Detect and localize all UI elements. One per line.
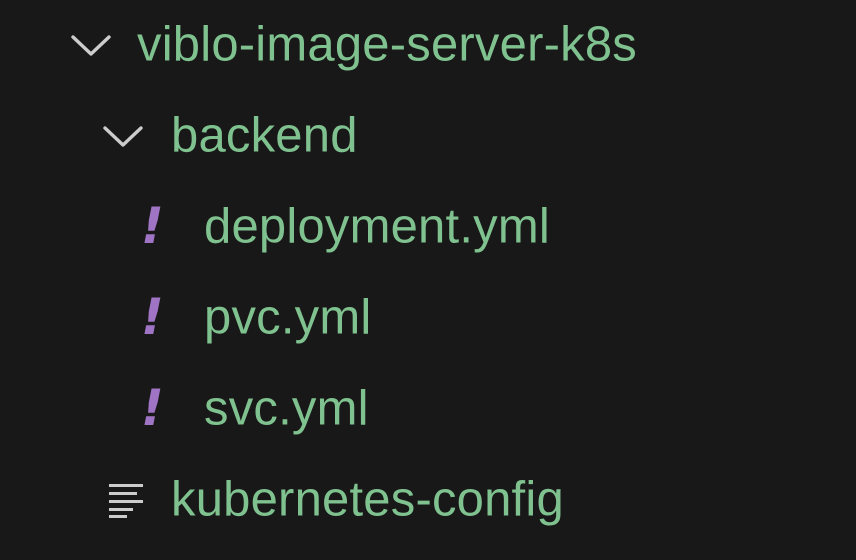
tree-item-label: viblo-image-server-k8s (137, 17, 637, 72)
tree-item-label: pvc.yml (204, 290, 372, 345)
tree-item-deployment-yml[interactable]: ! deployment.yml (0, 182, 856, 272)
chevron-down-icon[interactable] (102, 122, 144, 150)
yaml-file-icon: ! (141, 379, 164, 437)
text-file-icon (109, 484, 143, 518)
tree-item-label: deployment.yml (204, 199, 550, 254)
yaml-file-icon: ! (141, 197, 164, 255)
tree-item-kubernetes-config[interactable]: kubernetes-config (0, 455, 856, 545)
chevron-down-icon[interactable] (70, 31, 112, 59)
tree-item-label: backend (171, 108, 358, 163)
tree-item-label: kubernetes-config (171, 472, 564, 527)
tree-item-backend[interactable]: backend (0, 91, 856, 181)
yaml-file-icon: ! (141, 288, 164, 346)
tree-item-viblo-image-server-k8s[interactable]: viblo-image-server-k8s (0, 0, 856, 90)
tree-item-pvc-yml[interactable]: ! pvc.yml (0, 273, 856, 363)
tree-item-svc-yml[interactable]: ! svc.yml (0, 364, 856, 454)
tree-item-label: svc.yml (204, 381, 369, 436)
file-explorer-tree: viblo-image-server-k8s backend ! deploym… (0, 0, 856, 560)
